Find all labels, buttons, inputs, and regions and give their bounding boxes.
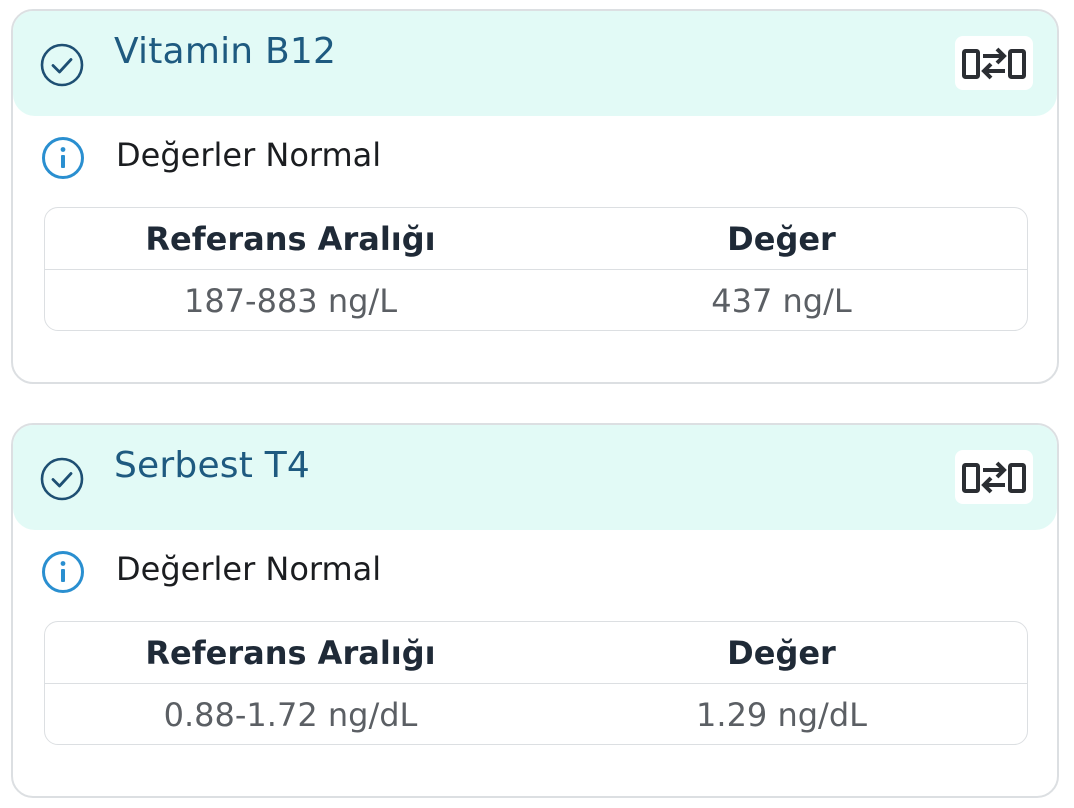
range-column-header: Referans Aralığı	[145, 633, 436, 672]
reference-range-value: 187-883 ng/L	[183, 281, 398, 320]
info-circle-icon	[42, 551, 84, 593]
table-header-row: Referans Aralığı Değer	[45, 208, 1027, 270]
status-text: Değerler Normal	[116, 136, 382, 174]
card-header: Vitamin B12	[13, 11, 1057, 116]
values-table: Referans Aralığı Değer 0.88-1.72 ng/dL 1…	[44, 621, 1028, 745]
value-column-header: Değer	[727, 219, 836, 258]
table-header-row: Referans Aralığı Değer	[45, 622, 1027, 684]
value-column-header: Değer	[727, 633, 836, 672]
values-table: Referans Aralığı Değer 187-883 ng/L 437 …	[44, 207, 1028, 331]
result-title: Serbest T4	[114, 445, 311, 486]
reference-range-value: 0.88-1.72 ng/dL	[163, 695, 418, 734]
compare-button[interactable]	[955, 450, 1033, 504]
result-value: 1.29 ng/dL	[696, 695, 867, 734]
status-text: Değerler Normal	[116, 550, 382, 588]
result-card-vitamin-b12[interactable]: Vitamin B12 Değerler Normal Referans Ara	[11, 9, 1059, 384]
table-row: 0.88-1.72 ng/dL 1.29 ng/dL	[45, 684, 1027, 744]
result-title: Vitamin B12	[114, 31, 337, 72]
compare-arrows-icon	[962, 47, 1026, 80]
info-circle-icon	[42, 137, 84, 179]
result-card-serbest-t4[interactable]: Serbest T4 Değerler Normal Referans Aral	[11, 423, 1059, 798]
lab-results-page: Vitamin B12 Değerler Normal Referans Ara	[0, 0, 1074, 808]
compare-arrows-icon	[962, 461, 1026, 494]
check-circle-icon	[40, 457, 84, 501]
range-column-header: Referans Aralığı	[145, 219, 436, 258]
check-circle-icon	[40, 43, 84, 87]
card-header: Serbest T4	[13, 425, 1057, 530]
table-row: 187-883 ng/L 437 ng/L	[45, 270, 1027, 330]
compare-button[interactable]	[955, 36, 1033, 90]
result-value: 437 ng/L	[711, 281, 852, 320]
